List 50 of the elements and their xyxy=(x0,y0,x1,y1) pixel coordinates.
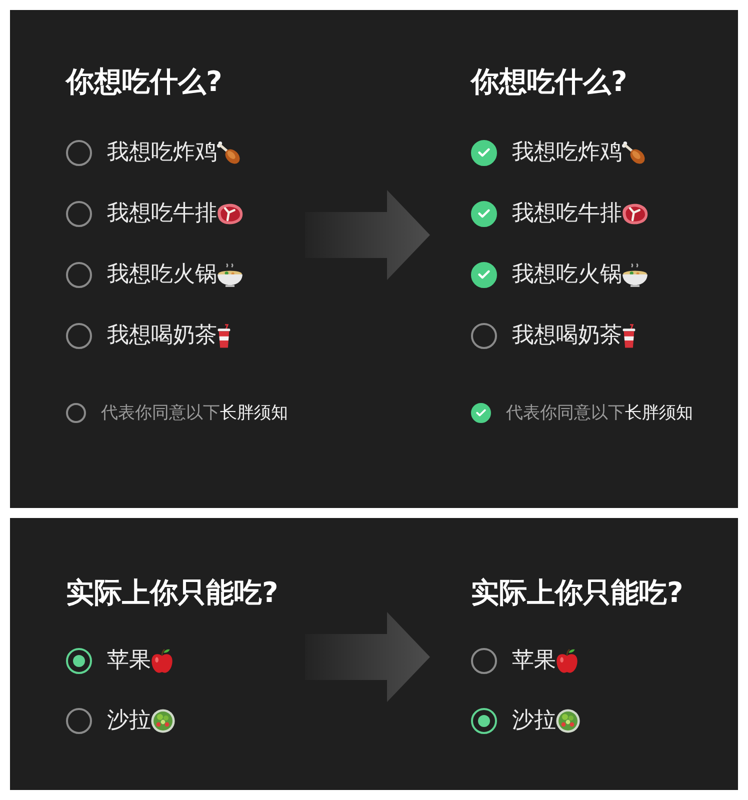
radio-button[interactable] xyxy=(66,648,92,674)
check-icon xyxy=(478,270,490,279)
agreement-text: 代表你同意以下 xyxy=(101,402,220,425)
check-icon xyxy=(478,148,490,157)
checkbox[interactable] xyxy=(471,403,491,423)
option-label[interactable]: 沙拉 xyxy=(512,706,556,736)
cup-icon xyxy=(217,324,231,348)
checkbox[interactable] xyxy=(66,140,92,166)
question-title: 实际上你只能吃? xyxy=(471,577,684,609)
checkbox[interactable] xyxy=(471,322,497,348)
radio-button[interactable] xyxy=(471,648,497,674)
apple-icon xyxy=(556,649,578,673)
drumstick-icon xyxy=(622,140,646,164)
option-label[interactable]: 我想吃牛排 xyxy=(512,198,622,228)
cup-icon xyxy=(622,324,636,348)
apple-icon xyxy=(151,649,173,673)
option-label[interactable]: 苹果 xyxy=(512,646,556,676)
option-label[interactable]: 我想喝奶茶 xyxy=(512,320,622,350)
option-label[interactable]: 我想吃火锅 xyxy=(107,260,217,290)
question-title: 实际上你只能吃? xyxy=(66,577,280,609)
bowl-icon xyxy=(622,262,648,286)
terms-link[interactable]: 长胖须知 xyxy=(625,401,693,425)
option-label[interactable]: 苹果 xyxy=(107,646,151,676)
agreement-text: 代表你同意以下 xyxy=(506,402,625,425)
steak-icon xyxy=(217,202,243,224)
bowl-icon xyxy=(217,262,243,286)
checkbox[interactable] xyxy=(471,140,497,166)
question-title: 你想吃什么? xyxy=(471,66,628,98)
checkbox[interactable] xyxy=(471,200,497,226)
checkbox[interactable] xyxy=(66,403,86,423)
option-label[interactable]: 我想喝奶茶 xyxy=(107,320,217,350)
steak-icon xyxy=(622,202,648,224)
checkbox[interactable] xyxy=(471,262,497,288)
checkbox[interactable] xyxy=(66,262,92,288)
option-label[interactable]: 沙拉 xyxy=(107,706,151,736)
question-title: 你想吃什么? xyxy=(66,66,224,98)
option-label[interactable]: 我想吃牛排 xyxy=(107,198,217,228)
check-icon xyxy=(478,209,490,218)
check-icon xyxy=(476,409,486,417)
checkbox[interactable] xyxy=(66,322,92,348)
option-label[interactable]: 我想吃炸鸡 xyxy=(512,138,622,168)
terms-link[interactable]: 长胖须知 xyxy=(220,401,288,425)
radio-button[interactable] xyxy=(66,708,92,734)
salad-icon xyxy=(151,709,175,733)
drumstick-icon xyxy=(217,140,241,164)
option-label[interactable]: 我想吃炸鸡 xyxy=(107,138,217,168)
checkbox[interactable] xyxy=(66,200,92,226)
option-label[interactable]: 我想吃火锅 xyxy=(512,260,622,290)
salad-icon xyxy=(556,709,580,733)
radio-button[interactable] xyxy=(471,708,497,734)
